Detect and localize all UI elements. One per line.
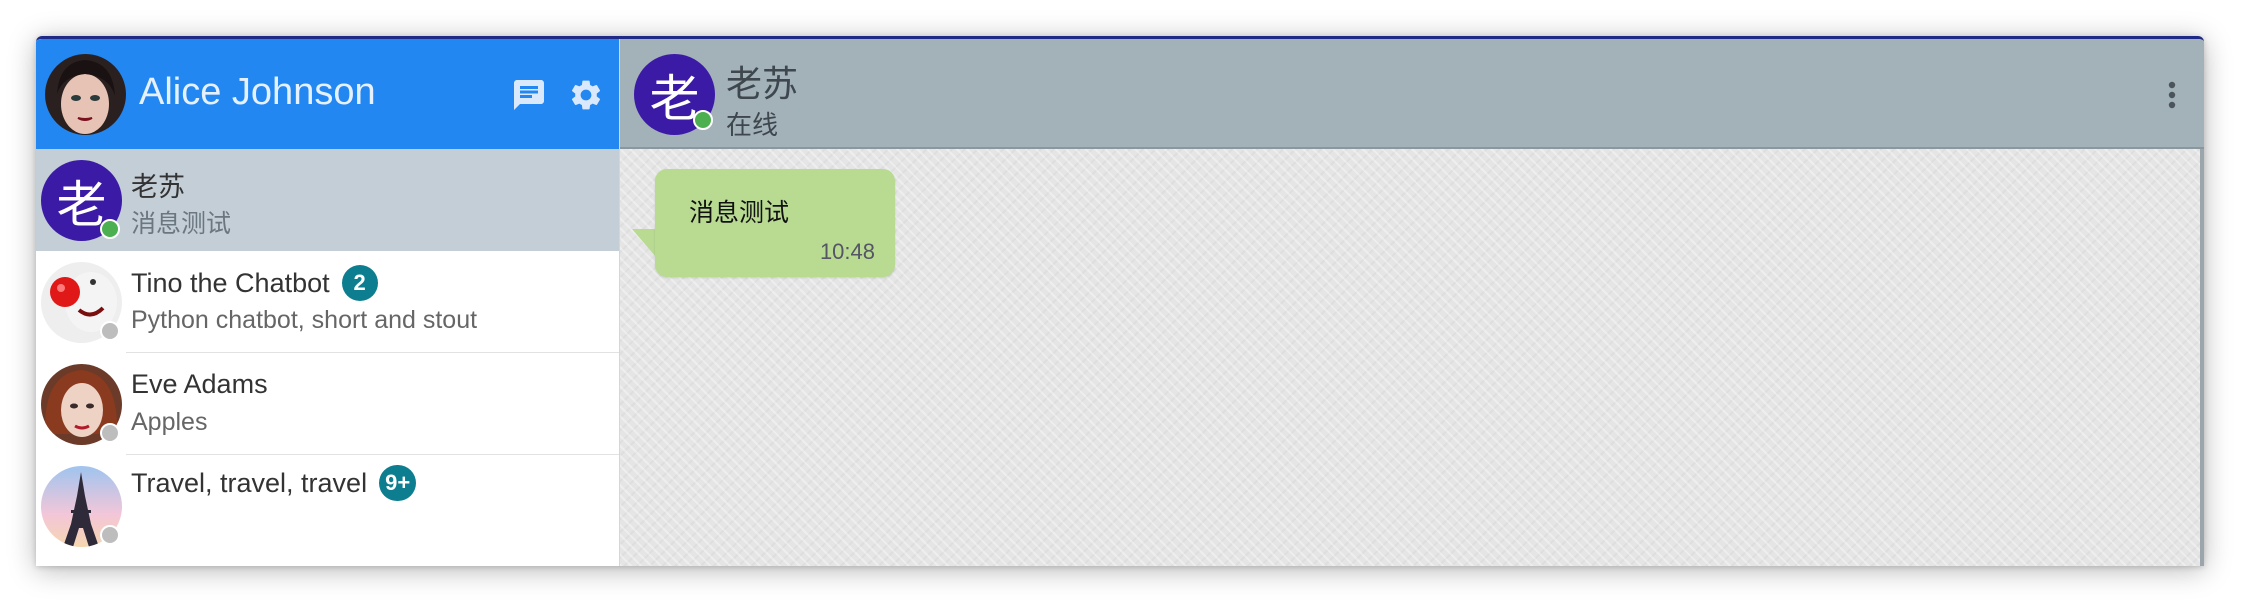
- contact-last-message: Apples: [131, 408, 208, 436]
- contact-name: Tino the Chatbot: [131, 268, 330, 299]
- contact-name: Eve Adams: [131, 369, 268, 399]
- offline-indicator: [100, 321, 120, 341]
- user-avatar[interactable]: [45, 54, 126, 135]
- bubble-tail: [632, 229, 656, 257]
- user-name: Alice Johnson: [139, 71, 376, 113]
- contact-item-travel[interactable]: Travel, travel, travel 9+: [36, 455, 619, 557]
- message-time: 10:48: [819, 239, 875, 264]
- chat-status: 在线: [726, 110, 779, 140]
- offline-indicator: [100, 423, 120, 443]
- contact-item-laosu[interactable]: 老 老苏 消息测试: [36, 149, 619, 251]
- contact-name: 老苏: [131, 172, 185, 202]
- more-vert-icon[interactable]: [2166, 77, 2178, 113]
- scrollbar[interactable]: [2200, 149, 2204, 566]
- message-text: 消息测试: [689, 199, 790, 227]
- contact-item-tino[interactable]: Tino the Chatbot 2 Python chatbot, short …: [36, 251, 619, 353]
- chat-pane: 老 老苏 在线 消息测试 10:48: [620, 39, 2204, 566]
- online-indicator: [693, 110, 713, 130]
- sidebar: Alice Johnson 老 老苏 消息测试 Tino the Chatbot…: [36, 39, 620, 566]
- unread-badge: 2: [341, 265, 378, 301]
- sidebar-header: Alice Johnson: [36, 39, 619, 149]
- online-indicator: [100, 219, 120, 239]
- contact-last-message: Python chatbot, short and stout: [131, 306, 478, 334]
- message-bubble[interactable]: 消息测试 10:48: [655, 169, 895, 277]
- contact-last-message: 消息测试: [131, 210, 232, 238]
- chat-header: 老 老苏 在线: [620, 39, 2204, 149]
- messenger-window: Alice Johnson 老 老苏 消息测试 Tino the Chatbot…: [36, 36, 2204, 566]
- offline-indicator: [100, 525, 120, 545]
- contact-name: Travel, travel, travel: [131, 468, 368, 499]
- contact-name-row: Travel, travel, travel 9+: [131, 465, 417, 503]
- gear-icon[interactable]: [568, 77, 604, 113]
- chat-icon[interactable]: [511, 77, 547, 113]
- unread-badge: 9+: [379, 465, 417, 501]
- message-area[interactable]: 消息测试 10:48: [620, 149, 2204, 566]
- contact-item-eve[interactable]: Eve Adams Apples: [36, 353, 619, 455]
- chat-title: 老苏: [726, 63, 799, 104]
- contact-name-row: Tino the Chatbot 2: [131, 265, 378, 303]
